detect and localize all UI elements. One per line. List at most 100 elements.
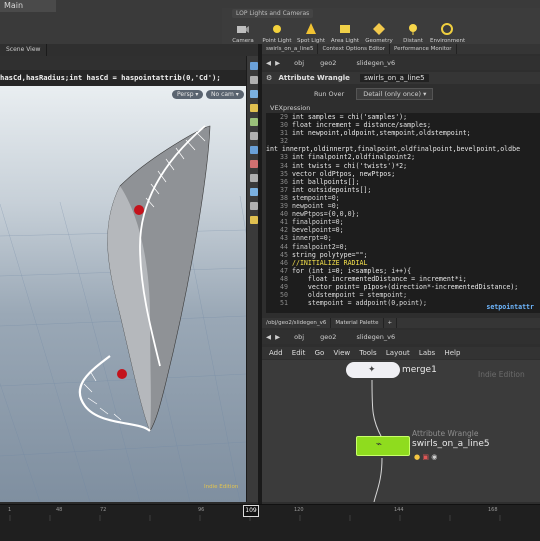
back-arrow-icon[interactable]: ◀ — [266, 59, 271, 67]
path-obj[interactable]: obj — [294, 59, 304, 67]
code-line: 34 int twists = chi('twists')*2; — [266, 162, 540, 170]
code-text: float increment = distance/samples; — [292, 121, 431, 130]
menu-view[interactable]: View — [334, 349, 351, 357]
code-text: int samples = chi('samples'); — [292, 113, 408, 121]
menu-add[interactable]: Add — [269, 349, 283, 357]
indie-edition-watermark: Indie Edition — [204, 484, 239, 490]
persp-label: Persp — [177, 91, 194, 98]
code-text: for (int i=0; i<samples; i++){ — [292, 266, 412, 275]
net-back-arrow-icon[interactable]: ◀ — [266, 333, 271, 341]
display-toggle-9[interactable] — [250, 174, 258, 182]
point-light-tool[interactable]: Point Light — [260, 22, 294, 44]
line-number: 31 — [280, 129, 288, 138]
code-text: int twists = chi('twists')*2; — [292, 161, 408, 170]
main-desktop-label[interactable]: Main — [0, 0, 56, 12]
run-over-row: Run Over Detail (only once) ▾ — [262, 86, 540, 102]
area-light-tool[interactable]: Area Light — [328, 22, 362, 44]
line-number: 50 — [280, 291, 288, 300]
tick-1: 1 — [8, 507, 12, 513]
vex-code-editor[interactable]: 29 int samples = chi('samples'); 30 float i… — [266, 113, 540, 313]
line-number: 30 — [280, 121, 288, 130]
tick-168: 168 — [488, 507, 498, 513]
code-text: int ballpoints[]; — [292, 177, 360, 186]
display-toggle-12[interactable] — [250, 216, 258, 224]
menu-edit[interactable]: Edit — [292, 349, 306, 357]
run-over-select[interactable]: Detail (only once) ▾ — [356, 88, 434, 100]
code-text: finalpoint=0; — [292, 218, 344, 227]
code-text: innerpt=0; — [292, 234, 332, 243]
wrangle-node[interactable]: ⌁ — [356, 436, 410, 456]
network-tabs: /obj/geo2/slidegen_v6 Material Palette + — [262, 318, 540, 328]
display-toggle-11[interactable] — [250, 202, 258, 210]
display-toggle-3[interactable] — [250, 90, 258, 98]
code-line: 43 innerpt=0; — [266, 234, 540, 242]
display-toggle-5[interactable] — [250, 118, 258, 126]
vex-label: VEXpression — [270, 104, 311, 112]
display-toggle-1[interactable] — [250, 62, 258, 70]
camera-button[interactable]: No cam ▾ — [206, 90, 244, 99]
path-node[interactable]: slidegen_v6 — [356, 59, 395, 67]
wrangle-name[interactable]: swirls_on_a_line5 — [360, 74, 429, 82]
line-number: 49 — [280, 282, 288, 291]
viewport-tab[interactable]: Scene View — [0, 44, 48, 56]
menu-labs[interactable]: Labs — [419, 349, 435, 357]
code-text: string polytype=""; — [292, 250, 368, 259]
menu-help[interactable]: Help — [444, 349, 460, 357]
menu-layout[interactable]: Layout — [386, 349, 410, 357]
viewport-toolbar — [0, 56, 258, 70]
code-text: vector oldPtpos, newPtpos; — [292, 169, 396, 178]
display-toggle-6[interactable] — [250, 132, 258, 140]
tab-swirls[interactable]: swirls_on_a_line5 — [262, 44, 319, 54]
tab-network-path[interactable]: /obj/geo2/slidegen_v6 — [262, 318, 332, 328]
menu-tools[interactable]: Tools — [359, 349, 376, 357]
scene-viewport[interactable]: Persp ▾ No cam ▾ Indie Edition — [0, 86, 246, 502]
merge-node[interactable]: ✦ — [346, 362, 400, 378]
display-toggle-8[interactable] — [250, 160, 258, 168]
code-text: int outsidepoints[]; — [292, 185, 372, 194]
tab-context-options[interactable]: Context Options Editor — [318, 44, 390, 54]
bypass-icon[interactable]: ◉ — [431, 453, 437, 461]
display-toggle-10[interactable] — [250, 188, 258, 196]
spot-light-tool[interactable]: Spot Light — [294, 22, 328, 44]
line-number: 43 — [280, 234, 288, 243]
net-path-geo[interactable]: geo2 — [320, 333, 336, 341]
camera-tool[interactable]: Camera — [226, 22, 260, 44]
timeline[interactable]: 1 48 72 96 120 144 168 109 — [0, 504, 540, 541]
add-tab-icon[interactable]: + — [384, 318, 398, 328]
display-toggle-7[interactable] — [250, 146, 258, 154]
wrangle-header: ⚙ Attribute Wrangle swirls_on_a_line5 — [262, 72, 540, 84]
menu-go[interactable]: Go — [315, 349, 325, 357]
warning-icon[interactable]: ● — [414, 453, 420, 461]
expression-line[interactable]: hasCd,hasRadius;int hasCd = haspointattr… — [0, 70, 258, 86]
tab-material-palette[interactable]: Material Palette — [331, 318, 384, 328]
ball-point-upper — [134, 205, 144, 215]
code-text: stempoint=0; — [292, 193, 340, 202]
tab-performance-monitor[interactable]: Performance Monitor — [390, 44, 457, 54]
path-geo[interactable]: geo2 — [320, 59, 336, 67]
network-wire — [371, 379, 383, 439]
parameter-tabs: swirls_on_a_line5 Context Options Editor P… — [262, 44, 540, 54]
net-forward-arrow-icon[interactable]: ▶ — [275, 333, 280, 341]
code-text: newPtpos={0,0,0}; — [292, 210, 360, 219]
run-over-label: Run Over — [314, 90, 345, 98]
code-line: 44 finalpoint2=0; — [266, 243, 540, 251]
network-editor[interactable]: ✦ merge1 Indie Edition ⌁ Attribute Wrang… — [262, 360, 540, 502]
persp-button[interactable]: Persp ▾ — [172, 90, 204, 99]
timeline-ruler — [9, 515, 501, 521]
display-toggle-2[interactable] — [250, 76, 258, 84]
shelf-title[interactable]: LOP Lights and Cameras — [232, 9, 314, 18]
display-toggle-4[interactable] — [250, 104, 258, 112]
forward-arrow-icon[interactable]: ▶ — [275, 59, 280, 67]
net-path-obj[interactable]: obj — [294, 333, 304, 341]
net-path-node[interactable]: slidegen_v6 — [356, 333, 395, 341]
code-text: //INITIALIZE RADIAL — [292, 258, 368, 267]
lock-icon[interactable]: ▣ — [422, 453, 429, 461]
code-line: 47 for (int i=0; i<samples; i++){ — [266, 267, 540, 275]
wrangle-node-type: Attribute Wrangle — [412, 429, 479, 438]
gear-icon[interactable]: ⚙ — [266, 74, 272, 82]
current-frame-indicator[interactable]: 109 — [243, 505, 259, 517]
tick-72: 72 — [100, 507, 107, 513]
ball-point-lower — [117, 369, 127, 379]
code-line: 32int innerpt,oldinnerpt,finalpoint,oldf… — [266, 137, 540, 153]
line-number: 29 — [280, 113, 288, 121]
